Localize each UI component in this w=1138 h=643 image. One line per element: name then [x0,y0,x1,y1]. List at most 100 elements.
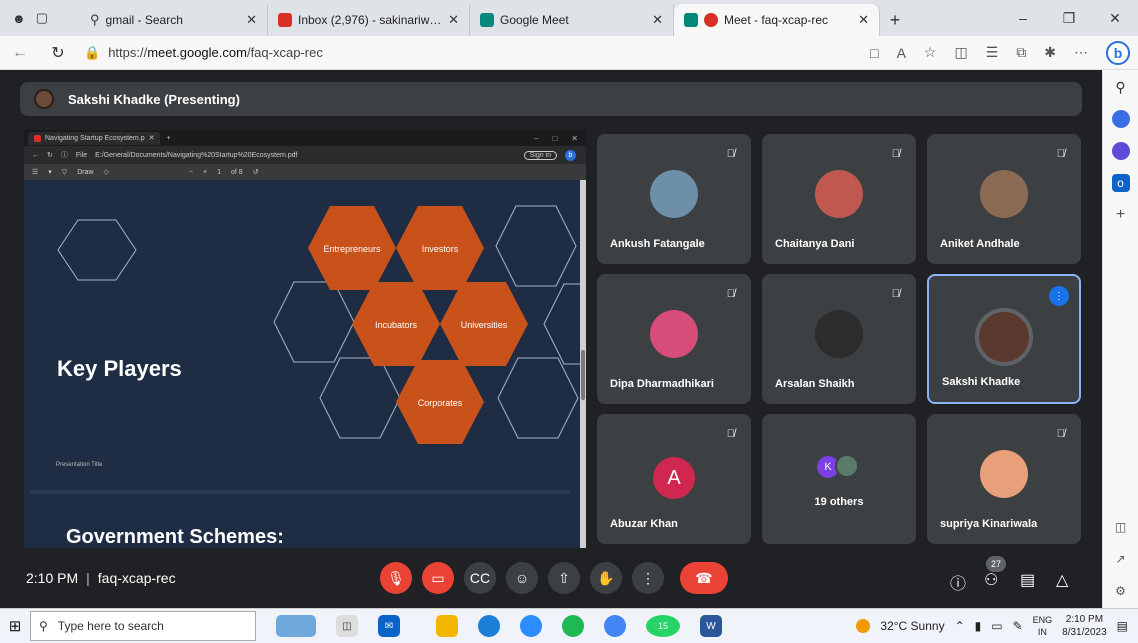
read-aloud-icon[interactable]: A [897,45,906,61]
avatar [815,310,863,358]
search-placeholder: Type here to search [57,619,164,633]
task-view-icon[interactable]: ◫ [336,615,358,637]
notifications-icon[interactable]: ▤ [1117,619,1128,633]
weather-text[interactable]: 32°C Sunny [880,619,944,633]
mail-icon[interactable]: ✉ [378,615,400,637]
restore-icon[interactable]: ❐ [1046,10,1092,27]
lock-icon: 🔒 [84,44,101,60]
close-tab-icon[interactable]: ✕ [448,12,459,28]
more-options-button[interactable]: ⋮ [632,562,664,594]
shopping-icon[interactable] [1111,110,1130,128]
language-indicator[interactable]: ENG IN [1033,614,1053,638]
split-screen-icon[interactable]: ◫ [954,44,967,61]
external-link-icon[interactable]: ↗ [1112,550,1130,568]
url-field[interactable]: 🔒 https://meet.google.com/faq-xcap-rec [84,39,784,66]
sidebar-toggle-icon[interactable]: ◫ [1112,518,1130,536]
more-icon[interactable]: ⋯ [1074,44,1088,61]
meet-icon [480,13,494,27]
zoom-icon[interactable] [520,615,542,637]
others-tile[interactable]: K 19 others [762,414,916,544]
participant-name: supriya Kinariwala [940,518,1038,530]
participant-tile[interactable]: 🎙̸ Arsalan Shaikh [762,274,916,404]
participant-tile[interactable]: 🎙̸ Dipa Dharmadhikari [597,274,751,404]
present-button[interactable]: ⇧ [548,562,580,594]
file-explorer-icon[interactable] [436,615,458,637]
tools-icon[interactable] [1111,142,1130,160]
captions-button[interactable]: CC [464,562,496,594]
collections-icon[interactable]: ⧉ [1016,44,1026,61]
minimize-icon[interactable]: – [1000,10,1046,26]
tab-meet-active[interactable]: Meet - faq-xcap-rec ✕ [674,4,880,36]
avatar: A [653,457,695,499]
participant-tile-speaking[interactable]: ⋮ Sakshi Khadke [927,274,1081,404]
favorite-icon[interactable]: ☆ [924,44,937,61]
address-bar-actions: □ A ☆ ◫ ☰ ⧉ ✱ ⋯ b [870,40,1130,65]
taskbar-search[interactable]: ⚲ Type here to search [30,611,256,641]
avatar [650,310,698,358]
people-icon[interactable]: ⚇ [984,570,998,590]
search-icon[interactable]: ⚲ [1112,78,1130,96]
whatsapp-icon[interactable]: 15 [646,615,680,637]
extensions-icon[interactable]: ✱ [1044,44,1056,61]
word-icon[interactable]: W [700,615,722,637]
back-icon: ← [32,151,39,159]
info-icon: ⓘ [60,152,68,159]
chat-icon[interactable]: ▤ [1020,570,1035,590]
participant-name: Arsalan Shaikh [775,378,855,390]
chevron-up-icon[interactable]: ⌃ [955,619,965,633]
settings-icon[interactable]: ⚙ [1112,582,1130,600]
mic-off-button[interactable]: 🎙 [380,562,412,594]
network-icon[interactable]: ▮ [975,619,982,633]
refresh-icon[interactable]: ↻ [46,43,70,63]
clock[interactable]: 2:10 PM 8/31/2023 [1062,613,1107,639]
address-bar: ← ↻ 🔒 https://meet.google.com/faq-xcap-r… [0,36,1138,70]
close-tab-icon[interactable]: ✕ [652,12,663,28]
shared-screen: Navigating Startup Ecosystem.p ✕ + – □ ✕ ←… [24,130,586,548]
spotify-icon[interactable] [562,615,584,637]
page-total: of 8 [231,168,243,176]
pdf-scrollbar [580,180,586,548]
hexagon-label: Corporates [418,398,463,408]
tab-gmail-search[interactable]: ⚲ gmail - Search ✕ [80,4,268,36]
participant-tile[interactable]: 🎙̸ Chaitanya Dani [762,134,916,264]
tab-google-meet[interactable]: Google Meet ✕ [470,4,674,36]
participant-name: Aniket Andhale [940,238,1020,250]
favorites-list-icon[interactable]: ☰ [986,44,999,61]
hexagon-graphic: Entrepreneurs Investors Incubators Unive… [57,205,580,444]
presenter-bar[interactable]: Sakshi Khadke (Presenting) [20,82,1082,116]
close-tab-icon[interactable]: ✕ [246,12,257,28]
emoji-button[interactable]: ☺ [506,562,538,594]
edge-icon[interactable] [478,615,500,637]
news-widget-icon[interactable] [276,615,316,637]
profile-icon[interactable]: ☻ [12,11,26,26]
raise-hand-button[interactable]: ✋ [590,562,622,594]
add-icon[interactable]: + [1112,206,1130,224]
close-tab-icon[interactable]: ✕ [858,12,869,28]
windows-start-icon[interactable]: ⊞ [0,617,30,635]
workspaces-icon[interactable]: ▢ [36,10,48,26]
avatar [34,89,54,109]
participant-tile[interactable]: 🎙̸ A Abuzar Khan [597,414,751,544]
file-path: E:/General/Documents/Navigating%20Startu… [95,151,298,159]
zoom-out-icon: − [188,168,194,176]
leave-call-button[interactable]: ☎ [680,562,728,594]
bing-chat-icon[interactable]: b [1106,40,1130,65]
mic-off-icon: 🎙̸ [726,288,735,300]
outlook-icon[interactable]: o [1111,174,1130,192]
pen-icon[interactable]: ✎ [1013,619,1023,633]
participant-tile[interactable]: 🎙̸ Aniket Andhale [927,134,1081,264]
meeting-details-icon[interactable]: ⓘ [950,570,966,594]
camera-off-button[interactable]: ▭ [422,562,454,594]
new-tab-button[interactable]: + [880,4,910,36]
back-icon[interactable]: ← [8,44,32,62]
participant-tile[interactable]: 🎙̸ Ankush Fatangale [597,134,751,264]
battery-icon[interactable]: ▭ [991,619,1002,633]
chrome-icon[interactable] [604,615,626,637]
tab-gmail-inbox[interactable]: Inbox (2,976) - sakinariwala@gm ✕ [268,4,470,36]
shared-tab-bar: Navigating Startup Ecosystem.p ✕ + – □ ✕ [24,130,586,146]
close-window-icon[interactable]: ✕ [1092,10,1138,27]
camera-icon[interactable]: □ [870,45,878,61]
participant-tile[interactable]: 🎙̸ supriya Kinariwala [927,414,1081,544]
activities-icon[interactable]: △ [1056,570,1068,590]
avatar [980,450,1028,498]
